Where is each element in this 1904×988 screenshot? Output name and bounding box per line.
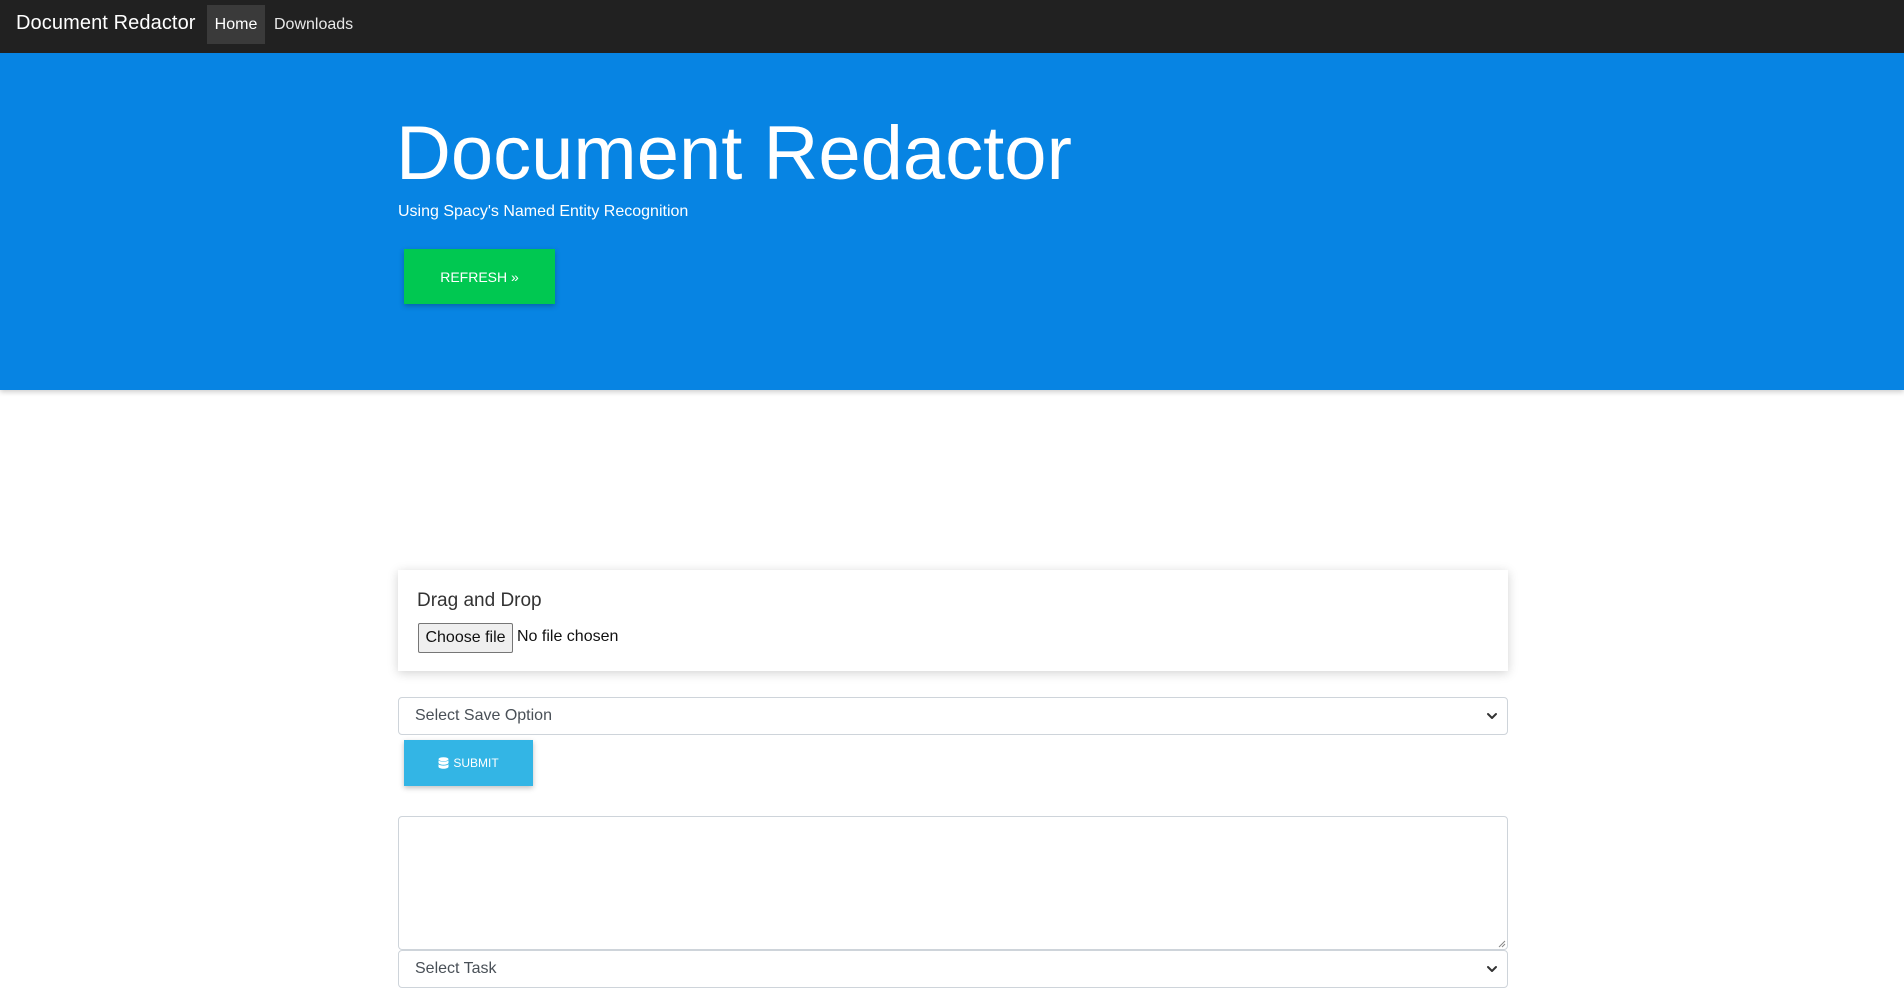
hero-banner: Document Redactor Using Spacy's Named En… <box>0 53 1904 390</box>
chevron-down-icon <box>1487 713 1497 719</box>
nav-home-link[interactable]: Home <box>207 5 265 44</box>
chevron-down-icon <box>1487 966 1497 972</box>
hero-subtitle: Using Spacy's Named Entity Recognition <box>398 203 689 220</box>
text-input-area[interactable] <box>398 816 1508 950</box>
upload-card-title: Drag and Drop <box>417 590 542 611</box>
hero-title: Document Redactor <box>396 111 1072 196</box>
resize-grip-icon[interactable] <box>1497 939 1506 948</box>
file-status-text: No file chosen <box>517 628 619 645</box>
save-option-select[interactable]: Select Save Option <box>398 697 1508 735</box>
upload-card: Drag and Drop Choose file No file chosen <box>398 570 1508 671</box>
nav-downloads-link[interactable]: Downloads <box>266 5 361 44</box>
database-icon <box>438 756 449 769</box>
navbar: Document Redactor Home Downloads <box>0 0 1904 53</box>
refresh-button[interactable]: REFRESH » <box>404 249 555 304</box>
task-select[interactable]: Select Task <box>398 950 1508 988</box>
submit-button[interactable]: SUBMIT <box>404 740 533 786</box>
submit-label: SUBMIT <box>453 756 499 770</box>
navbar-brand[interactable]: Document Redactor <box>16 12 196 35</box>
task-selected: Select Task <box>415 960 497 977</box>
choose-file-button[interactable]: Choose file <box>418 623 513 653</box>
save-option-selected: Select Save Option <box>415 707 552 724</box>
